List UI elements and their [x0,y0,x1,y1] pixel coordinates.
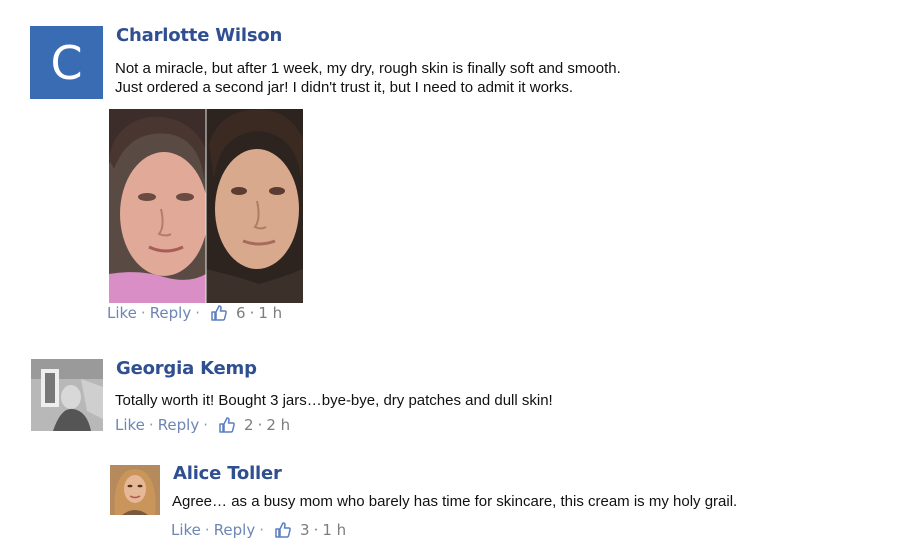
comment-text-line: Just ordered a second jar! I didn't trus… [115,79,574,96]
comment-text-line: Totally worth it! Bought 3 jars…bye-bye,… [115,392,553,409]
separator-dot: · [204,521,210,539]
reply-link[interactable]: Reply [158,416,200,434]
comment-text: Totally worth it! Bought 3 jars…bye-bye,… [115,391,553,410]
like-count: 2 [244,416,254,434]
separator-dot: · [313,521,319,539]
thumbs-up-icon[interactable] [210,304,228,322]
comment-actions: Like · Reply · 2 · 2 h [115,416,290,434]
comment-text: Agree… as a busy mom who barely has time… [172,492,737,511]
separator-dot: · [203,416,209,434]
separator-dot: · [257,416,263,434]
avatar[interactable] [31,359,103,431]
separator-dot: · [148,416,154,434]
before-after-photo[interactable] [109,109,303,303]
avatar-letter: C [50,35,83,90]
reply-link[interactable]: Reply [214,521,256,539]
separator-dot: · [259,521,265,539]
comment-author[interactable]: Georgia Kemp [116,358,257,379]
separator-dot: · [140,304,146,322]
comment-actions: Like · Reply · 6 · 1 h [107,304,282,322]
comment-author[interactable]: Charlotte Wilson [116,25,282,46]
comment-text: Not a miracle, but after 1 week, my dry,… [115,59,621,97]
like-link[interactable]: Like [171,521,201,539]
comment-time: 1 h [322,521,347,539]
like-link[interactable]: Like [115,416,145,434]
comment-author[interactable]: Alice Toller [173,463,282,484]
thumbs-up-icon[interactable] [218,416,236,434]
comment-time: 2 h [266,416,291,434]
separator-dot: · [195,304,201,322]
comment-text-line: Not a miracle, but after 1 week, my dry,… [115,60,621,77]
avatar[interactable] [110,465,160,515]
comment-actions: Like · Reply · 3 · 1 h [171,521,346,539]
comment-text-line: Agree… as a busy mom who barely has time… [172,493,738,510]
like-count: 6 [236,304,246,322]
avatar[interactable]: C [30,26,103,99]
like-link[interactable]: Like [107,304,137,322]
comment-time: 1 h [258,304,283,322]
like-count: 3 [300,521,310,539]
reply-link[interactable]: Reply [150,304,192,322]
thumbs-up-icon[interactable] [274,521,292,539]
separator-dot: · [249,304,255,322]
